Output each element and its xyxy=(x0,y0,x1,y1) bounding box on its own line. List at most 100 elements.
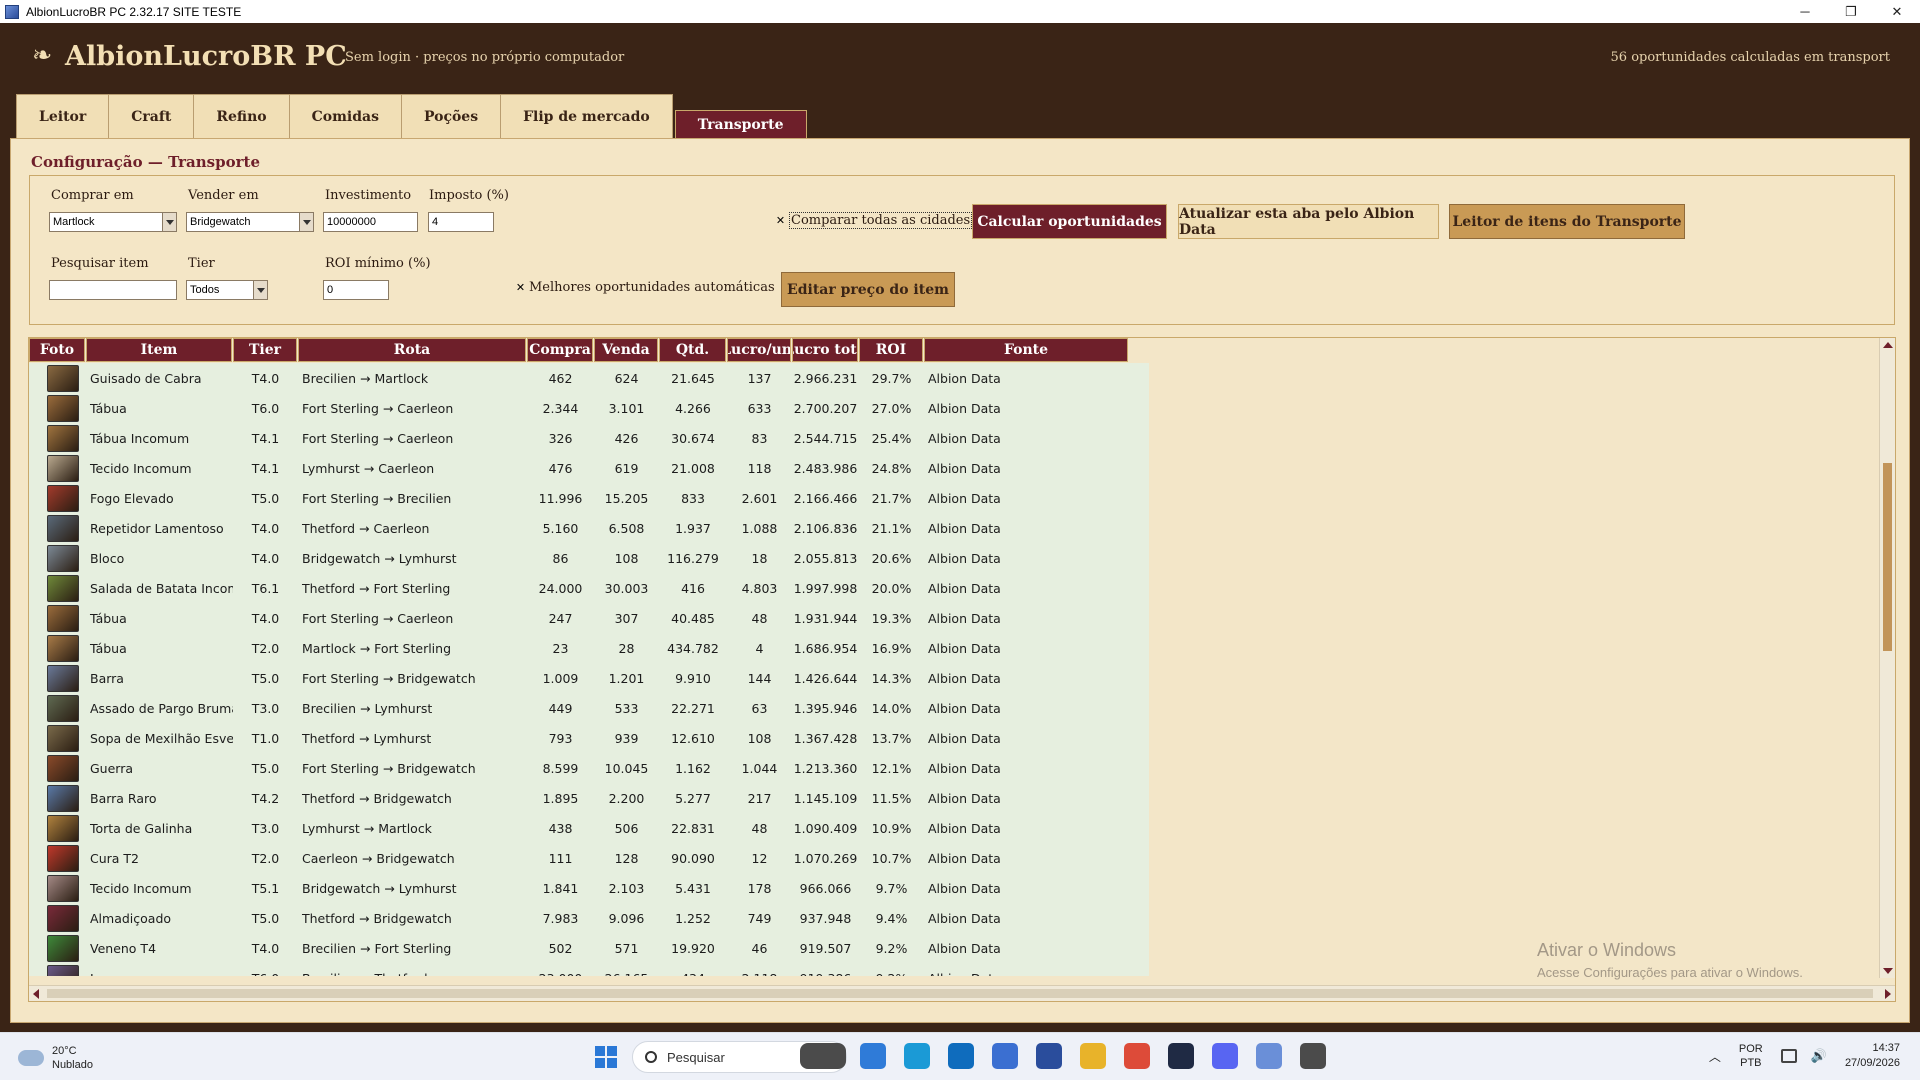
header-col-compra[interactable]: Compra xyxy=(527,338,593,362)
tab-comidas[interactable]: Comidas xyxy=(288,94,402,138)
header-col-tier[interactable]: Tier xyxy=(233,338,297,362)
cell-foto xyxy=(29,753,86,783)
scroll-right-icon[interactable] xyxy=(1885,989,1891,999)
tab-pocoes[interactable]: Poções xyxy=(400,94,502,138)
file-explorer-icon[interactable] xyxy=(1124,1043,1150,1069)
teams-app-icon[interactable] xyxy=(904,1043,930,1069)
header-col-venda[interactable]: Venda xyxy=(594,338,658,362)
cell-lucro-total: 937.948 xyxy=(799,910,852,926)
cell-item: Tábua Incomum xyxy=(90,430,190,446)
tray-chevron-icon[interactable]: ︿ xyxy=(1709,1048,1721,1065)
scroll-thumb[interactable] xyxy=(1883,463,1892,651)
cell-venda: 108 xyxy=(614,550,639,566)
header-col-foto[interactable]: Foto xyxy=(29,338,85,362)
buy-city-select[interactable]: Martlock xyxy=(49,212,177,232)
language-indicator[interactable]: POR PTB xyxy=(1739,1042,1763,1070)
header-col-item[interactable]: Item xyxy=(86,338,232,362)
roi-min-input[interactable]: 0 xyxy=(323,280,389,300)
lang-bottom: PTB xyxy=(1740,1057,1762,1069)
cell-venda: 15.205 xyxy=(604,490,649,506)
cell-lucro-total: 2.966.231 xyxy=(793,370,858,386)
tier-select[interactable]: Todos xyxy=(186,280,268,300)
task-view-icon[interactable] xyxy=(860,1043,886,1069)
investment-input[interactable]: 10000000 xyxy=(323,212,418,232)
cell-foto xyxy=(29,963,86,976)
windows-activation-watermark: Ativar o Windows Acesse Configurações pa… xyxy=(1537,940,1803,980)
outlook-app-icon[interactable] xyxy=(1036,1043,1062,1069)
tab-craft[interactable]: Craft xyxy=(108,94,195,138)
dev-app-icon[interactable] xyxy=(1212,1043,1238,1069)
table-row[interactable]: Tábua T6.0 Fort Sterling → Caerleon 2.344 3.… xyxy=(29,393,1149,423)
clock[interactable]: 14:37 27/09/2026 xyxy=(1845,1041,1900,1071)
table-row[interactable]: Assado de Pargo Bruma T3.0 Brecilien → Lym… xyxy=(29,693,1149,723)
table-row[interactable]: Salada de Batata Incomum T6.1 Thetford → F… xyxy=(29,573,1149,603)
volume-icon[interactable]: 🔊 xyxy=(1811,1049,1827,1064)
cell-rota: Fort Sterling → Brecilien xyxy=(302,490,452,506)
table-row[interactable]: LongoT6.0Brecilien → Thetford23.00026.16… xyxy=(29,963,1149,976)
table-row[interactable]: Barra T5.0 Fort Sterling → Bridgewatch 1.00… xyxy=(29,663,1149,693)
table-row[interactable]: Torta de Galinha T3.0 Lymhurst → Martlock 4… xyxy=(29,813,1149,843)
best-auto-checkbox[interactable]: ✕ Melhores oportunidades automáticas xyxy=(515,280,775,295)
weather-widget[interactable]: 20°C Nublado xyxy=(18,1044,93,1072)
table-row[interactable]: Guerra T5.0 Fort Sterling → Bridgewatch 8.5… xyxy=(29,753,1149,783)
tab-leitor[interactable]: Leitor xyxy=(16,94,110,138)
scroll-down-icon[interactable] xyxy=(1883,968,1893,974)
cell-venda: 426 xyxy=(614,430,639,446)
store-app-icon[interactable] xyxy=(992,1043,1018,1069)
header-col-fonte[interactable]: Fonte xyxy=(924,338,1128,362)
table-row[interactable]: Tábua T4.0 Fort Sterling → Caerleon 247 307 4… xyxy=(29,603,1149,633)
table-row[interactable]: Tecido Incomum T4.1 Lymhurst → Caerleon 476… xyxy=(29,453,1149,483)
horizontal-scrollbar[interactable] xyxy=(29,985,1895,1001)
tab-flip-de-mercado[interactable]: Flip de mercado xyxy=(500,94,673,138)
terminal-app-icon[interactable] xyxy=(1080,1043,1106,1069)
table-row[interactable]: Bloco T4.0 Bridgewatch → Lymhurst 86 108 116.… xyxy=(29,543,1149,573)
cloud-icon xyxy=(18,1050,44,1066)
search-item-input[interactable] xyxy=(49,280,177,300)
cell-roi: 16.9% xyxy=(871,640,912,656)
cell-lucro-un: 18 xyxy=(751,550,768,566)
table-row[interactable]: Guisado de Cabra T4.0 Brecilien → Martlock… xyxy=(29,363,1149,393)
widgets-app-icon[interactable] xyxy=(800,1043,846,1069)
calculate-button[interactable]: Calcular oportunidades xyxy=(972,204,1167,239)
sell-city-select[interactable]: Bridgewatch xyxy=(186,212,314,232)
maximize-button[interactable]: ❐ xyxy=(1828,0,1874,23)
compare-all-checkbox[interactable]: ✕ Comparar todas as cidades xyxy=(775,212,973,229)
header-col-roi[interactable]: ROI xyxy=(859,338,923,362)
scroll-up-icon[interactable] xyxy=(1883,342,1893,348)
table-row[interactable]: Barra Raro T4.2 Thetford → Bridgewatch 1.89… xyxy=(29,783,1149,813)
table-row[interactable]: Almadiçoado T5.0 Thetford → Bridgewatch 7.9… xyxy=(29,903,1149,933)
windows-start-icon[interactable] xyxy=(595,1046,617,1068)
discord-app-icon[interactable] xyxy=(1256,1043,1282,1069)
chrome-browser-icon[interactable] xyxy=(1168,1043,1194,1069)
header-col-rota[interactable]: Rota xyxy=(298,338,526,362)
cell-qtd: 1.937 xyxy=(675,520,711,536)
table-row[interactable]: Tábua T2.0 Martlock → Fort Sterling 23 28 434… xyxy=(29,633,1149,663)
update-albion-data-button[interactable]: Atualizar esta aba pelo Albion Data xyxy=(1178,204,1439,239)
edge-browser-icon[interactable] xyxy=(948,1043,974,1069)
vertical-scrollbar[interactable] xyxy=(1879,338,1895,978)
transport-reader-button[interactable]: Leitor de itens do Transporte xyxy=(1449,204,1685,239)
horizontal-scroll-thumb[interactable] xyxy=(47,989,1873,998)
tax-input[interactable]: 4 xyxy=(428,212,494,232)
network-icon[interactable] xyxy=(1780,1049,1797,1063)
table-row[interactable]: Tecido Incomum T5.1 Bridgewatch → Lymhurst… xyxy=(29,873,1149,903)
edit-price-button[interactable]: Editar preço do item xyxy=(781,272,955,307)
cell-tier: T6.0 xyxy=(233,963,298,977)
header-col-qtd[interactable]: Qtd. xyxy=(659,338,726,362)
table-row[interactable]: Sopa de Mexilhão Esverdead T1.0 Thetford →… xyxy=(29,723,1149,753)
albionlucro-app-icon[interactable] xyxy=(1300,1043,1326,1069)
header-col-lucro-total[interactable]: Lucro tota xyxy=(792,338,858,362)
table-row[interactable]: Fogo Elevado T5.0 Fort Sterling → Brecilie… xyxy=(29,483,1149,513)
cell-fonte: Albion Data xyxy=(928,520,1001,536)
table-row[interactable]: Repetidor Lamentoso T4.0 Thetford → Caerle… xyxy=(29,513,1149,543)
tab-transporte[interactable]: Transporte xyxy=(674,110,807,138)
scroll-left-icon[interactable] xyxy=(33,989,39,999)
minimize-button[interactable]: ─ xyxy=(1782,0,1828,23)
cell-item: Salada de Batata Incomum xyxy=(90,580,233,596)
header-col-lucro-un[interactable]: Lucro/un. xyxy=(727,338,791,362)
table-row[interactable]: Cura T2 T2.0 Caerleon → Bridgewatch 111 128 9… xyxy=(29,843,1149,873)
table-row[interactable]: Tábua Incomum T4.1 Fort Sterling → Caerleo… xyxy=(29,423,1149,453)
tab-refino[interactable]: Refino xyxy=(193,94,290,138)
close-button[interactable]: ✕ xyxy=(1874,0,1920,23)
table-row[interactable]: Veneno T4 T4.0 Brecilien → Fort Sterling 50… xyxy=(29,933,1149,963)
